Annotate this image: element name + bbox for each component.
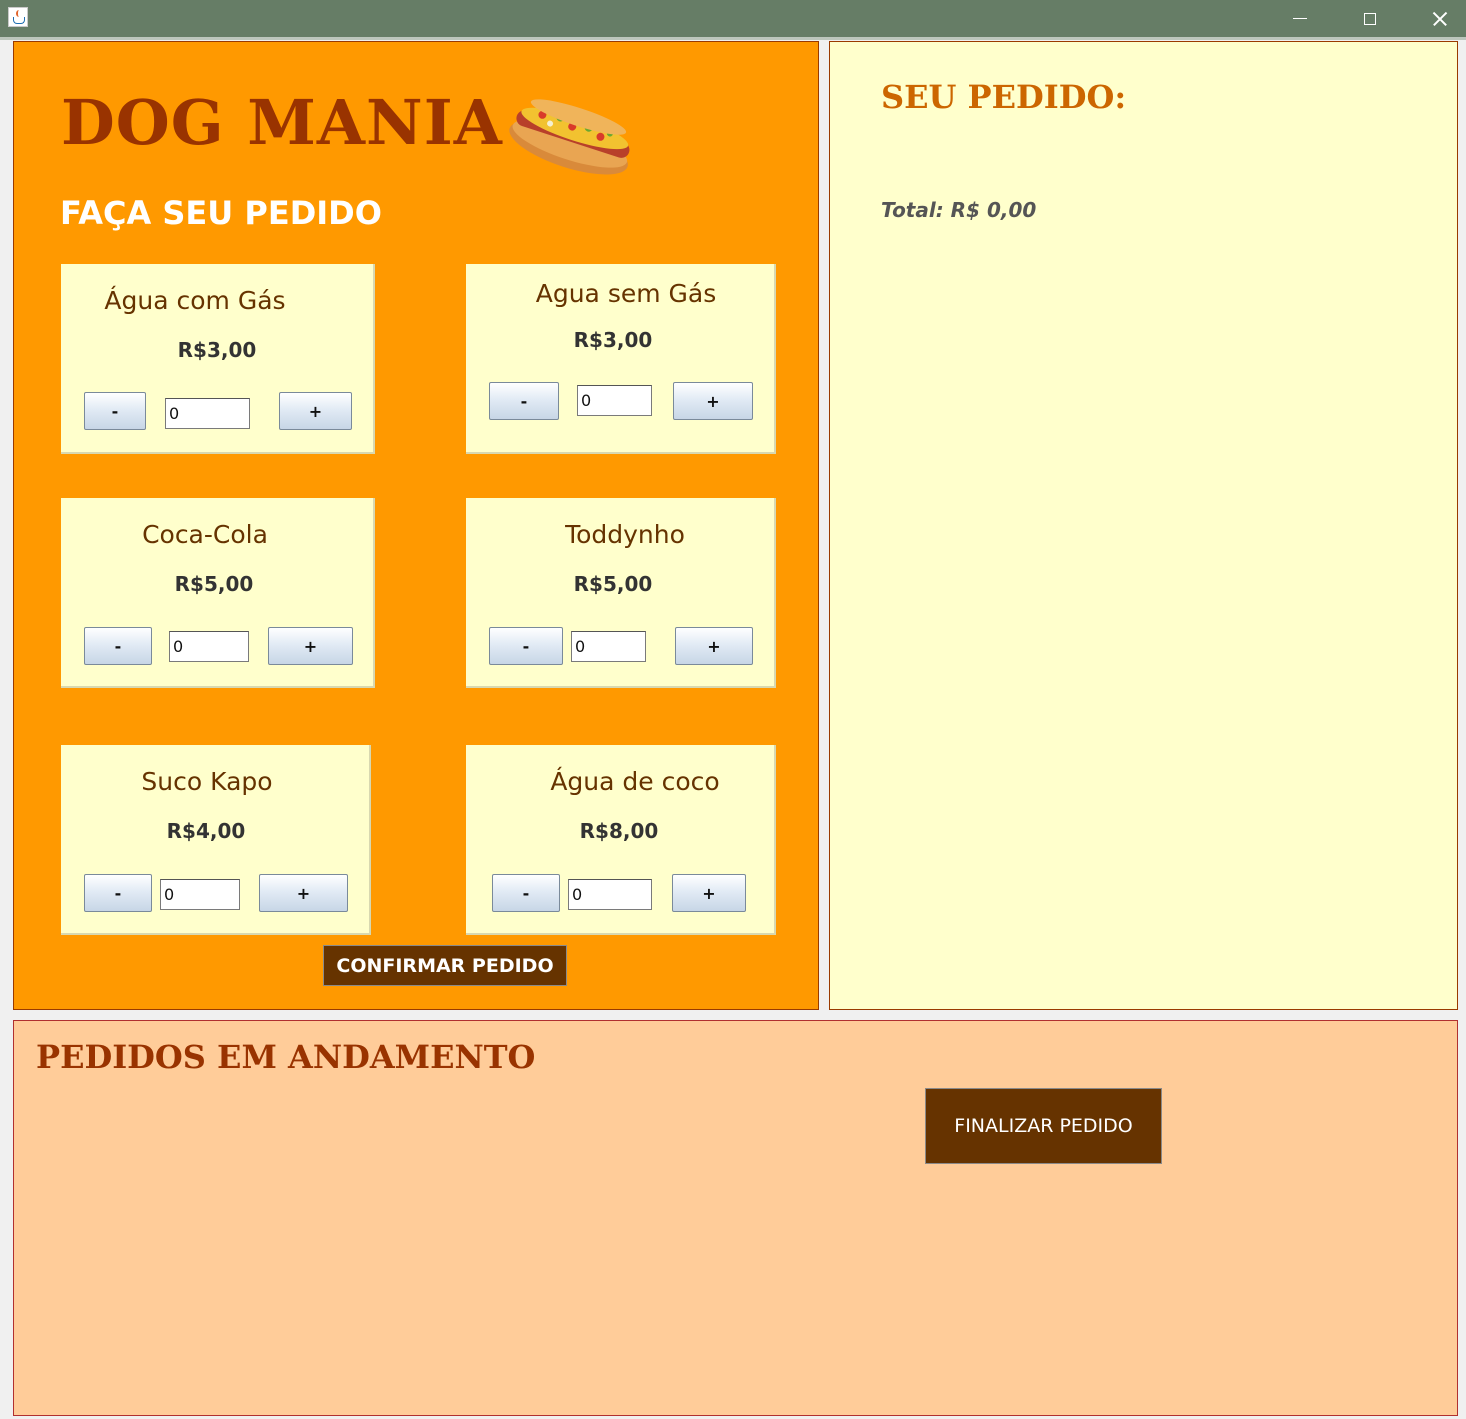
orders-in-progress-panel: PEDIDOS EM ANDAMENTO FINALIZAR PEDIDO bbox=[13, 1020, 1458, 1416]
decrease-button[interactable]: - bbox=[489, 627, 563, 665]
java-cup-icon bbox=[8, 7, 28, 27]
product-price: R$3,00 bbox=[177, 338, 257, 362]
order-subtitle: FAÇA SEU PEDIDO bbox=[60, 194, 382, 232]
product-name: Agua sem Gás bbox=[535, 279, 717, 308]
decrease-button[interactable]: - bbox=[84, 392, 146, 430]
product-card-agua-sem-gas: Agua sem Gás R$3,00 - + bbox=[466, 264, 776, 454]
order-summary-panel: SEU PEDIDO: Total: R$ 0,00 bbox=[829, 41, 1458, 1010]
product-price: R$8,00 bbox=[579, 819, 659, 843]
increase-button[interactable]: + bbox=[673, 382, 753, 420]
quantity-field[interactable] bbox=[169, 631, 249, 662]
maximize-button[interactable] bbox=[1338, 0, 1402, 37]
close-icon bbox=[1432, 11, 1448, 27]
product-price: R$3,00 bbox=[573, 328, 653, 352]
order-panel: DOG MANIA FAÇA SEU PEDIDO Água com Gás R… bbox=[13, 41, 819, 1010]
product-name: Toddynho bbox=[565, 520, 685, 549]
product-name: Água com Gás bbox=[104, 286, 286, 315]
decrease-button[interactable]: - bbox=[84, 874, 152, 912]
increase-button[interactable]: + bbox=[672, 874, 746, 912]
product-card-agua-com-gas: Água com Gás R$3,00 - + bbox=[61, 264, 375, 454]
decrease-button[interactable]: - bbox=[84, 627, 152, 665]
finalize-order-button[interactable]: FINALIZAR PEDIDO bbox=[925, 1088, 1162, 1164]
close-button[interactable] bbox=[1408, 0, 1466, 37]
product-card-coca-cola: Coca-Cola R$5,00 - + bbox=[61, 498, 375, 688]
increase-button[interactable]: + bbox=[279, 392, 352, 430]
order-total: Total: R$ 0,00 bbox=[881, 198, 1037, 222]
product-card-toddynho: Toddynho R$5,00 - + bbox=[466, 498, 776, 688]
summary-title: SEU PEDIDO: bbox=[881, 78, 1127, 116]
quantity-field[interactable] bbox=[160, 879, 240, 910]
product-price: R$4,00 bbox=[166, 819, 246, 843]
maximize-icon bbox=[1364, 12, 1376, 25]
increase-button[interactable]: + bbox=[675, 627, 753, 665]
decrease-button[interactable]: - bbox=[489, 382, 559, 420]
product-price: R$5,00 bbox=[174, 572, 254, 596]
confirm-order-button[interactable]: CONFIRMAR PEDIDO bbox=[323, 945, 567, 986]
quantity-field[interactable] bbox=[568, 879, 652, 910]
product-card-agua-de-coco: Água de coco R$8,00 - + bbox=[466, 745, 776, 935]
progress-title: PEDIDOS EM ANDAMENTO bbox=[36, 1038, 536, 1076]
product-price: R$5,00 bbox=[573, 572, 653, 596]
quantity-field[interactable] bbox=[577, 385, 652, 416]
product-name: Coca-Cola bbox=[142, 520, 268, 549]
increase-button[interactable]: + bbox=[268, 627, 353, 665]
minimize-button[interactable] bbox=[1268, 0, 1332, 37]
hotdog-image bbox=[509, 99, 630, 175]
decrease-button[interactable]: - bbox=[492, 874, 560, 912]
quantity-field[interactable] bbox=[165, 398, 250, 429]
brand-title: DOG MANIA bbox=[61, 86, 503, 159]
window-titlebar bbox=[0, 0, 1466, 40]
product-name: Água de coco bbox=[550, 767, 720, 796]
product-card-suco-kapo: Suco Kapo R$4,00 - + bbox=[61, 745, 371, 935]
product-name: Suco Kapo bbox=[141, 767, 273, 796]
minimize-icon bbox=[1293, 18, 1307, 19]
quantity-field[interactable] bbox=[571, 631, 646, 662]
increase-button[interactable]: + bbox=[259, 874, 348, 912]
